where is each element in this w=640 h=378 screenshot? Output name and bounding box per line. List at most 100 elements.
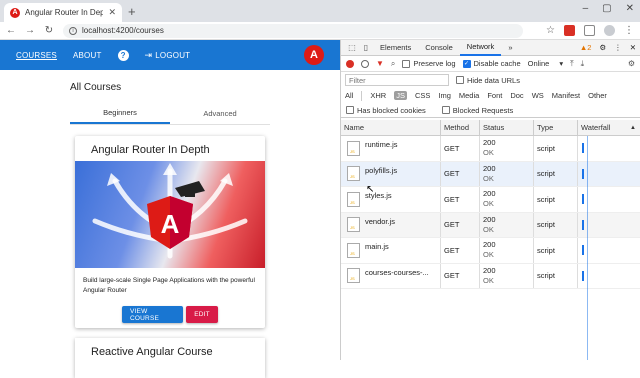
mouse-cursor-icon: ↖ — [366, 184, 375, 195]
tab-network[interactable]: Network — [459, 40, 502, 56]
nav-courses[interactable]: COURSES — [16, 51, 57, 60]
view-course-button[interactable]: VIEW COURSE — [122, 306, 183, 323]
reload-icon[interactable]: ↻ — [44, 25, 54, 36]
nav-logout[interactable]: ⇥ LOGOUT — [145, 50, 191, 61]
hide-data-urls-label: Hide data URLs — [467, 75, 520, 85]
menu-kebab-icon[interactable]: ⋮ — [624, 25, 634, 36]
card-actions: VIEW COURSE EDIT — [75, 304, 265, 323]
table-row[interactable]: vendor.js GET 200OK script — [341, 212, 640, 238]
profile-avatar[interactable] — [604, 25, 615, 36]
has-blocked-cookies-checkbox[interactable]: Has blocked cookies — [346, 106, 426, 115]
table-row[interactable]: polyfills.js GET 200OK script — [341, 161, 640, 187]
type-xhr[interactable]: XHR — [370, 91, 386, 100]
maximize-icon[interactable]: ▢ — [602, 3, 611, 14]
extension-icon-2[interactable] — [584, 25, 595, 36]
table-row[interactable]: main.js GET 200OK script — [341, 238, 640, 264]
type-all[interactable]: All — [345, 91, 353, 100]
bookmark-star-icon[interactable]: ☆ — [546, 25, 555, 36]
edit-button[interactable]: EDIT — [186, 306, 218, 323]
type-img[interactable]: Img — [438, 91, 451, 100]
status-code: 200 — [483, 240, 496, 250]
sort-ascending-icon: ▲ — [630, 124, 636, 131]
preserve-log-checkbox[interactable]: Preserve log — [402, 59, 456, 68]
type-ws[interactable]: WS — [532, 91, 544, 100]
download-icon[interactable]: ⤓ — [581, 59, 585, 69]
column-name[interactable]: Name — [341, 120, 441, 135]
checkbox-box — [346, 106, 354, 114]
table-row[interactable]: runtime.js GET 200OK script — [341, 136, 640, 162]
request-method: GET — [441, 238, 480, 263]
course-description: Build large-scale Single Page Applicatio… — [83, 277, 255, 294]
blocked-requests-checkbox[interactable]: Blocked Requests — [441, 106, 513, 115]
hide-data-urls-checkbox[interactable]: Hide data URLs — [456, 76, 520, 85]
course-card-2-title: Reactive Angular Course — [91, 346, 213, 358]
forward-icon[interactable]: → — [25, 25, 35, 36]
close-devtools-icon[interactable]: ✕ — [630, 43, 636, 52]
filter-input[interactable] — [345, 74, 449, 86]
type-css[interactable]: CSS — [415, 91, 430, 100]
new-tab-icon[interactable]: + — [128, 4, 136, 19]
more-tabs-icon[interactable]: » — [501, 40, 519, 56]
js-file-icon — [347, 140, 360, 156]
throttle-select[interactable]: Online ▾ — [528, 59, 563, 68]
chevron-down-icon: ▾ — [559, 59, 564, 68]
browser-tab[interactable]: A Angular Router In Depth ✕ — [4, 3, 122, 22]
settings-gear-icon[interactable]: ⚙ — [599, 43, 606, 52]
course-card-title: Angular Router In Depth — [91, 144, 210, 156]
type-other[interactable]: Other — [588, 91, 607, 100]
type-doc[interactable]: Doc — [510, 91, 523, 100]
upload-icon[interactable]: ⤒ — [570, 59, 574, 69]
clear-icon[interactable] — [361, 59, 369, 68]
minimize-icon[interactable]: – — [583, 3, 589, 14]
request-name: polyfills.js — [365, 165, 398, 175]
type-js[interactable]: JS — [394, 91, 407, 100]
help-icon[interactable]: ? — [117, 49, 129, 61]
request-name: vendor.js — [365, 216, 396, 226]
browser-tabstrip: A Angular Router In Depth ✕ + – ▢ ✕ — [0, 0, 640, 22]
waterfall-bar — [582, 194, 584, 205]
resource-type-filters: All XHR JS CSS Img Media Font Doc WS Man… — [341, 88, 640, 103]
type-manifest[interactable]: Manifest — [552, 91, 580, 100]
nav-about[interactable]: ABOUT — [73, 51, 102, 60]
request-method: GET — [441, 187, 480, 212]
tab-console[interactable]: Console — [418, 40, 460, 56]
tab-beginners[interactable]: Beginners — [70, 103, 170, 124]
info-icon[interactable]: i — [69, 26, 77, 35]
column-waterfall[interactable]: Waterfall ▲ — [578, 120, 640, 135]
request-type: script — [534, 161, 578, 186]
app-viewport: COURSES ABOUT ? ⇥ LOGOUT A All Courses B… — [0, 40, 340, 360]
status-code: 200 — [483, 138, 496, 148]
waterfall-bar — [582, 270, 584, 281]
device-toggle-icon[interactable]: ▯ — [359, 43, 373, 52]
extension-icon[interactable] — [564, 25, 575, 36]
network-settings-icon[interactable]: ⚙ — [628, 59, 635, 68]
filter-funnel-icon[interactable]: ▼ — [376, 59, 384, 68]
course-card: Angular Router In Depth A Build large-sc… — [75, 136, 265, 328]
record-icon[interactable] — [346, 59, 354, 68]
tab-elements[interactable]: Elements — [373, 40, 418, 56]
close-tab-icon[interactable]: ✕ — [108, 7, 116, 18]
inspect-icon[interactable]: ⬚ — [345, 43, 359, 52]
svg-text:A: A — [161, 209, 180, 239]
column-status[interactable]: Status — [480, 120, 534, 135]
column-method[interactable]: Method — [441, 120, 480, 135]
request-type: script — [534, 187, 578, 212]
table-row[interactable]: courses-courses-... GET 200OK script — [341, 263, 640, 289]
devtools-menu-icon[interactable]: ⋮ — [614, 43, 622, 52]
type-media[interactable]: Media — [459, 91, 479, 100]
tab-advanced[interactable]: Advanced — [170, 103, 270, 124]
request-method: GET — [441, 212, 480, 237]
back-icon[interactable]: ← — [6, 25, 16, 36]
table-row[interactable]: styles.js GET 200OK script — [341, 187, 640, 213]
disable-cache-checkbox[interactable]: ✓ Disable cache — [462, 59, 521, 68]
search-icon[interactable]: ⌕ — [391, 59, 395, 69]
has-blocked-cookies-label: Has blocked cookies — [357, 105, 426, 115]
close-window-icon[interactable]: ✕ — [626, 3, 634, 14]
address-bar[interactable]: i localhost:4200/courses — [63, 23, 523, 38]
js-file-icon — [347, 217, 360, 233]
status-code: 200 — [483, 214, 496, 224]
type-font[interactable]: Font — [487, 91, 502, 100]
warnings-badge[interactable]: ▲2 — [580, 43, 592, 52]
request-method: GET — [441, 136, 480, 161]
column-type[interactable]: Type — [534, 120, 578, 135]
